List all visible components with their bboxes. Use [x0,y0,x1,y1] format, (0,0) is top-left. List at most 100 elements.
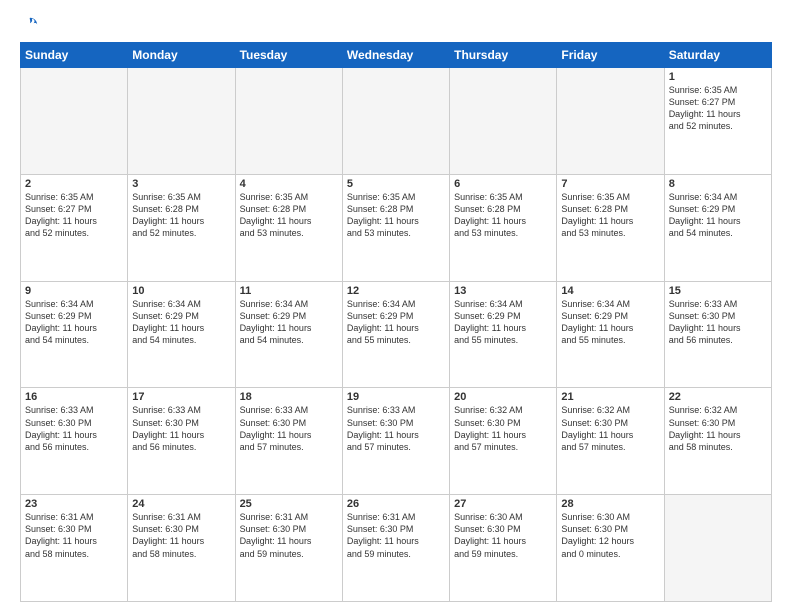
weekday-header: Monday [128,43,235,68]
calendar-cell: 24Sunrise: 6:31 AM Sunset: 6:30 PM Dayli… [128,495,235,602]
day-info: Sunrise: 6:35 AM Sunset: 6:27 PM Dayligh… [25,191,123,240]
day-info: Sunrise: 6:30 AM Sunset: 6:30 PM Dayligh… [561,511,659,560]
day-info: Sunrise: 6:31 AM Sunset: 6:30 PM Dayligh… [25,511,123,560]
calendar-cell: 20Sunrise: 6:32 AM Sunset: 6:30 PM Dayli… [450,388,557,495]
day-number: 17 [132,391,230,403]
day-number: 12 [347,285,445,297]
calendar-cell: 9Sunrise: 6:34 AM Sunset: 6:29 PM Daylig… [21,281,128,388]
calendar-cell: 22Sunrise: 6:32 AM Sunset: 6:30 PM Dayli… [664,388,771,495]
page: SundayMondayTuesdayWednesdayThursdayFrid… [0,0,792,612]
day-number: 15 [669,285,767,297]
day-info: Sunrise: 6:32 AM Sunset: 6:30 PM Dayligh… [454,404,552,453]
day-info: Sunrise: 6:32 AM Sunset: 6:30 PM Dayligh… [669,404,767,453]
day-info: Sunrise: 6:32 AM Sunset: 6:30 PM Dayligh… [561,404,659,453]
calendar-cell: 7Sunrise: 6:35 AM Sunset: 6:28 PM Daylig… [557,174,664,281]
calendar-cell: 17Sunrise: 6:33 AM Sunset: 6:30 PM Dayli… [128,388,235,495]
day-info: Sunrise: 6:35 AM Sunset: 6:28 PM Dayligh… [347,191,445,240]
day-info: Sunrise: 6:33 AM Sunset: 6:30 PM Dayligh… [25,404,123,453]
calendar-cell [664,495,771,602]
day-info: Sunrise: 6:34 AM Sunset: 6:29 PM Dayligh… [347,298,445,347]
day-number: 7 [561,178,659,190]
calendar-cell: 21Sunrise: 6:32 AM Sunset: 6:30 PM Dayli… [557,388,664,495]
calendar-cell: 18Sunrise: 6:33 AM Sunset: 6:30 PM Dayli… [235,388,342,495]
day-number: 11 [240,285,338,297]
day-number: 5 [347,178,445,190]
calendar-cell: 4Sunrise: 6:35 AM Sunset: 6:28 PM Daylig… [235,174,342,281]
day-info: Sunrise: 6:35 AM Sunset: 6:28 PM Dayligh… [454,191,552,240]
day-info: Sunrise: 6:31 AM Sunset: 6:30 PM Dayligh… [347,511,445,560]
calendar-cell: 12Sunrise: 6:34 AM Sunset: 6:29 PM Dayli… [342,281,449,388]
day-info: Sunrise: 6:33 AM Sunset: 6:30 PM Dayligh… [240,404,338,453]
logo [20,16,39,34]
calendar-cell: 3Sunrise: 6:35 AM Sunset: 6:28 PM Daylig… [128,174,235,281]
day-info: Sunrise: 6:34 AM Sunset: 6:29 PM Dayligh… [25,298,123,347]
calendar-cell: 2Sunrise: 6:35 AM Sunset: 6:27 PM Daylig… [21,174,128,281]
day-info: Sunrise: 6:31 AM Sunset: 6:30 PM Dayligh… [132,511,230,560]
calendar-cell: 13Sunrise: 6:34 AM Sunset: 6:29 PM Dayli… [450,281,557,388]
day-number: 24 [132,498,230,510]
day-number: 25 [240,498,338,510]
day-number: 19 [347,391,445,403]
calendar-cell: 26Sunrise: 6:31 AM Sunset: 6:30 PM Dayli… [342,495,449,602]
calendar-cell [235,68,342,175]
day-number: 26 [347,498,445,510]
day-info: Sunrise: 6:34 AM Sunset: 6:29 PM Dayligh… [132,298,230,347]
weekday-header: Wednesday [342,43,449,68]
day-number: 1 [669,71,767,83]
calendar-cell: 23Sunrise: 6:31 AM Sunset: 6:30 PM Dayli… [21,495,128,602]
day-info: Sunrise: 6:34 AM Sunset: 6:29 PM Dayligh… [669,191,767,240]
day-number: 18 [240,391,338,403]
weekday-header: Sunday [21,43,128,68]
day-number: 22 [669,391,767,403]
day-info: Sunrise: 6:34 AM Sunset: 6:29 PM Dayligh… [454,298,552,347]
calendar-cell: 5Sunrise: 6:35 AM Sunset: 6:28 PM Daylig… [342,174,449,281]
day-info: Sunrise: 6:34 AM Sunset: 6:29 PM Dayligh… [561,298,659,347]
day-number: 23 [25,498,123,510]
day-info: Sunrise: 6:35 AM Sunset: 6:28 PM Dayligh… [561,191,659,240]
calendar-cell [128,68,235,175]
day-info: Sunrise: 6:35 AM Sunset: 6:28 PM Dayligh… [132,191,230,240]
calendar-cell [342,68,449,175]
calendar-cell [21,68,128,175]
weekday-header: Thursday [450,43,557,68]
day-number: 4 [240,178,338,190]
day-number: 2 [25,178,123,190]
weekday-header: Tuesday [235,43,342,68]
day-number: 8 [669,178,767,190]
day-info: Sunrise: 6:33 AM Sunset: 6:30 PM Dayligh… [347,404,445,453]
day-info: Sunrise: 6:35 AM Sunset: 6:27 PM Dayligh… [669,84,767,133]
day-info: Sunrise: 6:35 AM Sunset: 6:28 PM Dayligh… [240,191,338,240]
calendar-table: SundayMondayTuesdayWednesdayThursdayFrid… [20,42,772,602]
day-number: 6 [454,178,552,190]
day-info: Sunrise: 6:34 AM Sunset: 6:29 PM Dayligh… [240,298,338,347]
day-number: 14 [561,285,659,297]
day-number: 28 [561,498,659,510]
header [20,16,772,34]
calendar-cell [557,68,664,175]
calendar-cell: 8Sunrise: 6:34 AM Sunset: 6:29 PM Daylig… [664,174,771,281]
calendar-cell: 11Sunrise: 6:34 AM Sunset: 6:29 PM Dayli… [235,281,342,388]
calendar-cell: 25Sunrise: 6:31 AM Sunset: 6:30 PM Dayli… [235,495,342,602]
weekday-header: Friday [557,43,664,68]
calendar-cell: 6Sunrise: 6:35 AM Sunset: 6:28 PM Daylig… [450,174,557,281]
calendar-cell: 28Sunrise: 6:30 AM Sunset: 6:30 PM Dayli… [557,495,664,602]
day-info: Sunrise: 6:31 AM Sunset: 6:30 PM Dayligh… [240,511,338,560]
day-info: Sunrise: 6:30 AM Sunset: 6:30 PM Dayligh… [454,511,552,560]
calendar-cell: 27Sunrise: 6:30 AM Sunset: 6:30 PM Dayli… [450,495,557,602]
calendar-cell: 1Sunrise: 6:35 AM Sunset: 6:27 PM Daylig… [664,68,771,175]
calendar-cell: 16Sunrise: 6:33 AM Sunset: 6:30 PM Dayli… [21,388,128,495]
day-number: 16 [25,391,123,403]
day-number: 13 [454,285,552,297]
day-number: 27 [454,498,552,510]
calendar-cell [450,68,557,175]
calendar-cell: 14Sunrise: 6:34 AM Sunset: 6:29 PM Dayli… [557,281,664,388]
weekday-header: Saturday [664,43,771,68]
day-info: Sunrise: 6:33 AM Sunset: 6:30 PM Dayligh… [669,298,767,347]
day-number: 9 [25,285,123,297]
logo-bird-icon [21,16,39,34]
day-number: 20 [454,391,552,403]
day-number: 3 [132,178,230,190]
day-info: Sunrise: 6:33 AM Sunset: 6:30 PM Dayligh… [132,404,230,453]
calendar-cell: 10Sunrise: 6:34 AM Sunset: 6:29 PM Dayli… [128,281,235,388]
day-number: 10 [132,285,230,297]
